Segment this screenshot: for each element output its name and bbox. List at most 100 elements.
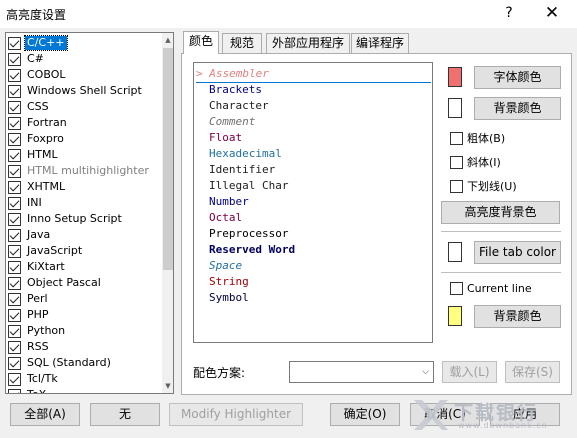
language-item[interactable]: SQL (Standard) bbox=[8, 355, 160, 371]
language-list-scrollbar[interactable]: ▲ ▼ bbox=[162, 33, 173, 393]
style-element-list[interactable]: > Assembler Brackets Character Comment Float… bbox=[193, 62, 433, 343]
style-item[interactable]: Illegal Char bbox=[209, 179, 288, 193]
language-checkbox[interactable] bbox=[8, 308, 21, 322]
style-item[interactable]: String bbox=[209, 275, 249, 289]
highlight-background-button[interactable]: 高亮度背景色 bbox=[441, 201, 560, 224]
ok-button[interactable]: 确定(O) bbox=[330, 403, 400, 426]
language-checkbox[interactable] bbox=[8, 132, 21, 146]
language-checkbox[interactable] bbox=[8, 68, 21, 82]
chevron-down-icon[interactable]: ⌵ bbox=[422, 364, 429, 380]
language-item[interactable]: C/C++ bbox=[8, 35, 160, 51]
language-item[interactable]: TeX bbox=[8, 387, 160, 393]
language-item[interactable]: HTML multihighlighter bbox=[8, 163, 160, 179]
style-item[interactable]: Brackets bbox=[209, 83, 262, 97]
language-label: JavaScript bbox=[27, 244, 83, 257]
select-all-button[interactable]: 全部(A) bbox=[10, 403, 80, 426]
file-tab-color-button[interactable]: File tab color bbox=[474, 241, 561, 264]
language-item[interactable]: KiXtart bbox=[8, 259, 160, 275]
language-checkbox[interactable] bbox=[8, 340, 21, 354]
language-checkbox[interactable] bbox=[8, 148, 21, 162]
language-item[interactable]: JavaScript bbox=[8, 243, 160, 259]
scroll-thumb[interactable] bbox=[163, 48, 173, 270]
language-checkbox[interactable] bbox=[8, 260, 21, 274]
language-checkbox[interactable] bbox=[8, 196, 21, 210]
language-checkbox[interactable] bbox=[8, 324, 21, 338]
style-item[interactable]: Hexadecimal bbox=[209, 147, 282, 161]
language-item[interactable]: Java bbox=[8, 227, 160, 243]
bold-checkbox[interactable]: 粗体(B) bbox=[450, 130, 505, 146]
language-checkbox[interactable] bbox=[8, 100, 21, 114]
language-checkbox[interactable] bbox=[8, 212, 21, 226]
language-label: PHP bbox=[27, 308, 49, 321]
style-item[interactable]: Float bbox=[209, 131, 242, 145]
language-item[interactable]: CSS bbox=[8, 99, 160, 115]
language-item[interactable]: HTML bbox=[8, 147, 160, 163]
language-checkbox[interactable] bbox=[8, 388, 21, 393]
current-line-checkbox[interactable]: Current line bbox=[450, 282, 532, 295]
style-item[interactable]: Space bbox=[209, 259, 242, 273]
language-item[interactable]: C# bbox=[8, 51, 160, 67]
tab-compiler[interactable]: 编译程序 bbox=[351, 33, 409, 53]
language-checkbox[interactable] bbox=[8, 164, 21, 178]
language-item[interactable]: Python bbox=[8, 323, 160, 339]
language-item[interactable]: Object Pascal bbox=[8, 275, 160, 291]
tab-conventions[interactable]: 规范 bbox=[222, 33, 262, 53]
save-scheme-button[interactable]: 保存(S) bbox=[505, 361, 560, 383]
language-item[interactable]: PHP bbox=[8, 307, 160, 323]
current-line-checkbox-box[interactable] bbox=[450, 282, 463, 295]
style-item[interactable]: Identifier bbox=[209, 163, 275, 177]
language-checkbox[interactable] bbox=[8, 116, 21, 130]
language-checkbox[interactable] bbox=[8, 52, 21, 66]
language-checkbox[interactable] bbox=[8, 244, 21, 258]
style-item[interactable]: > Assembler bbox=[196, 67, 431, 83]
modify-highlighter-button[interactable]: Modify Highlighter bbox=[169, 403, 303, 426]
language-checkbox[interactable] bbox=[8, 372, 21, 386]
language-checkbox[interactable] bbox=[8, 276, 21, 290]
style-item[interactable]: Character bbox=[209, 99, 269, 113]
style-item[interactable]: Number bbox=[209, 195, 249, 209]
load-scheme-button[interactable]: 载入(L) bbox=[442, 361, 497, 383]
language-item[interactable]: Windows Shell Script bbox=[8, 83, 160, 99]
style-item[interactable]: Octal bbox=[209, 211, 242, 225]
language-item[interactable]: XHTML bbox=[8, 179, 160, 195]
font-color-button[interactable]: 字体颜色 bbox=[474, 66, 561, 89]
tab-colors[interactable]: 颜色 bbox=[183, 31, 219, 54]
tab-external-apps[interactable]: 外部应用程序 bbox=[266, 33, 350, 53]
language-label: XHTML bbox=[27, 180, 66, 193]
language-list[interactable]: C/C++ C# COBOL Windows Shell Script CSS Fortr… bbox=[5, 32, 174, 394]
language-checkbox[interactable] bbox=[8, 292, 21, 306]
language-item[interactable]: Perl bbox=[8, 291, 160, 307]
language-item[interactable]: INI bbox=[8, 195, 160, 211]
background-color-button[interactable]: 背景颜色 bbox=[474, 97, 561, 120]
language-checkbox[interactable] bbox=[8, 36, 21, 50]
help-button[interactable]: ? bbox=[497, 2, 521, 24]
close-button[interactable]: ✕ bbox=[540, 2, 564, 24]
color-scheme-label: 配色方案: bbox=[193, 366, 246, 380]
language-item[interactable]: Foxpro bbox=[8, 131, 160, 147]
language-checkbox[interactable] bbox=[8, 228, 21, 242]
underline-checkbox-box[interactable] bbox=[450, 179, 463, 193]
language-checkbox[interactable] bbox=[8, 84, 21, 98]
scroll-up-icon[interactable]: ▲ bbox=[162, 33, 173, 47]
language-item[interactable]: Tcl/Tk bbox=[8, 371, 160, 387]
language-item[interactable]: Inno Setup Script bbox=[8, 211, 160, 227]
color-scheme-dropdown[interactable]: ⌵ bbox=[289, 361, 434, 383]
italic-checkbox[interactable]: 斜体(I) bbox=[450, 154, 501, 170]
language-item[interactable]: RSS bbox=[8, 339, 160, 355]
scroll-down-icon[interactable]: ▼ bbox=[162, 379, 173, 393]
select-none-button[interactable]: 无 bbox=[90, 403, 160, 426]
current-line-background-button[interactable]: 背景颜色 bbox=[474, 305, 561, 328]
style-item[interactable]: Reserved Word bbox=[209, 243, 295, 257]
language-checkbox[interactable] bbox=[8, 356, 21, 370]
bold-checkbox-box[interactable] bbox=[450, 131, 463, 145]
language-item[interactable]: Fortran bbox=[8, 115, 160, 131]
italic-checkbox-box[interactable] bbox=[450, 155, 463, 169]
underline-checkbox[interactable]: 下划线(U) bbox=[450, 178, 517, 194]
style-item[interactable]: Preprocessor bbox=[209, 227, 288, 241]
language-checkbox[interactable] bbox=[8, 180, 21, 194]
language-item[interactable]: COBOL bbox=[8, 67, 160, 83]
style-item[interactable]: Comment bbox=[209, 115, 255, 129]
cancel-button[interactable]: 取消(C) bbox=[410, 403, 480, 426]
apply-button[interactable]: 应用 bbox=[490, 403, 560, 426]
style-item[interactable]: Symbol bbox=[209, 291, 249, 305]
